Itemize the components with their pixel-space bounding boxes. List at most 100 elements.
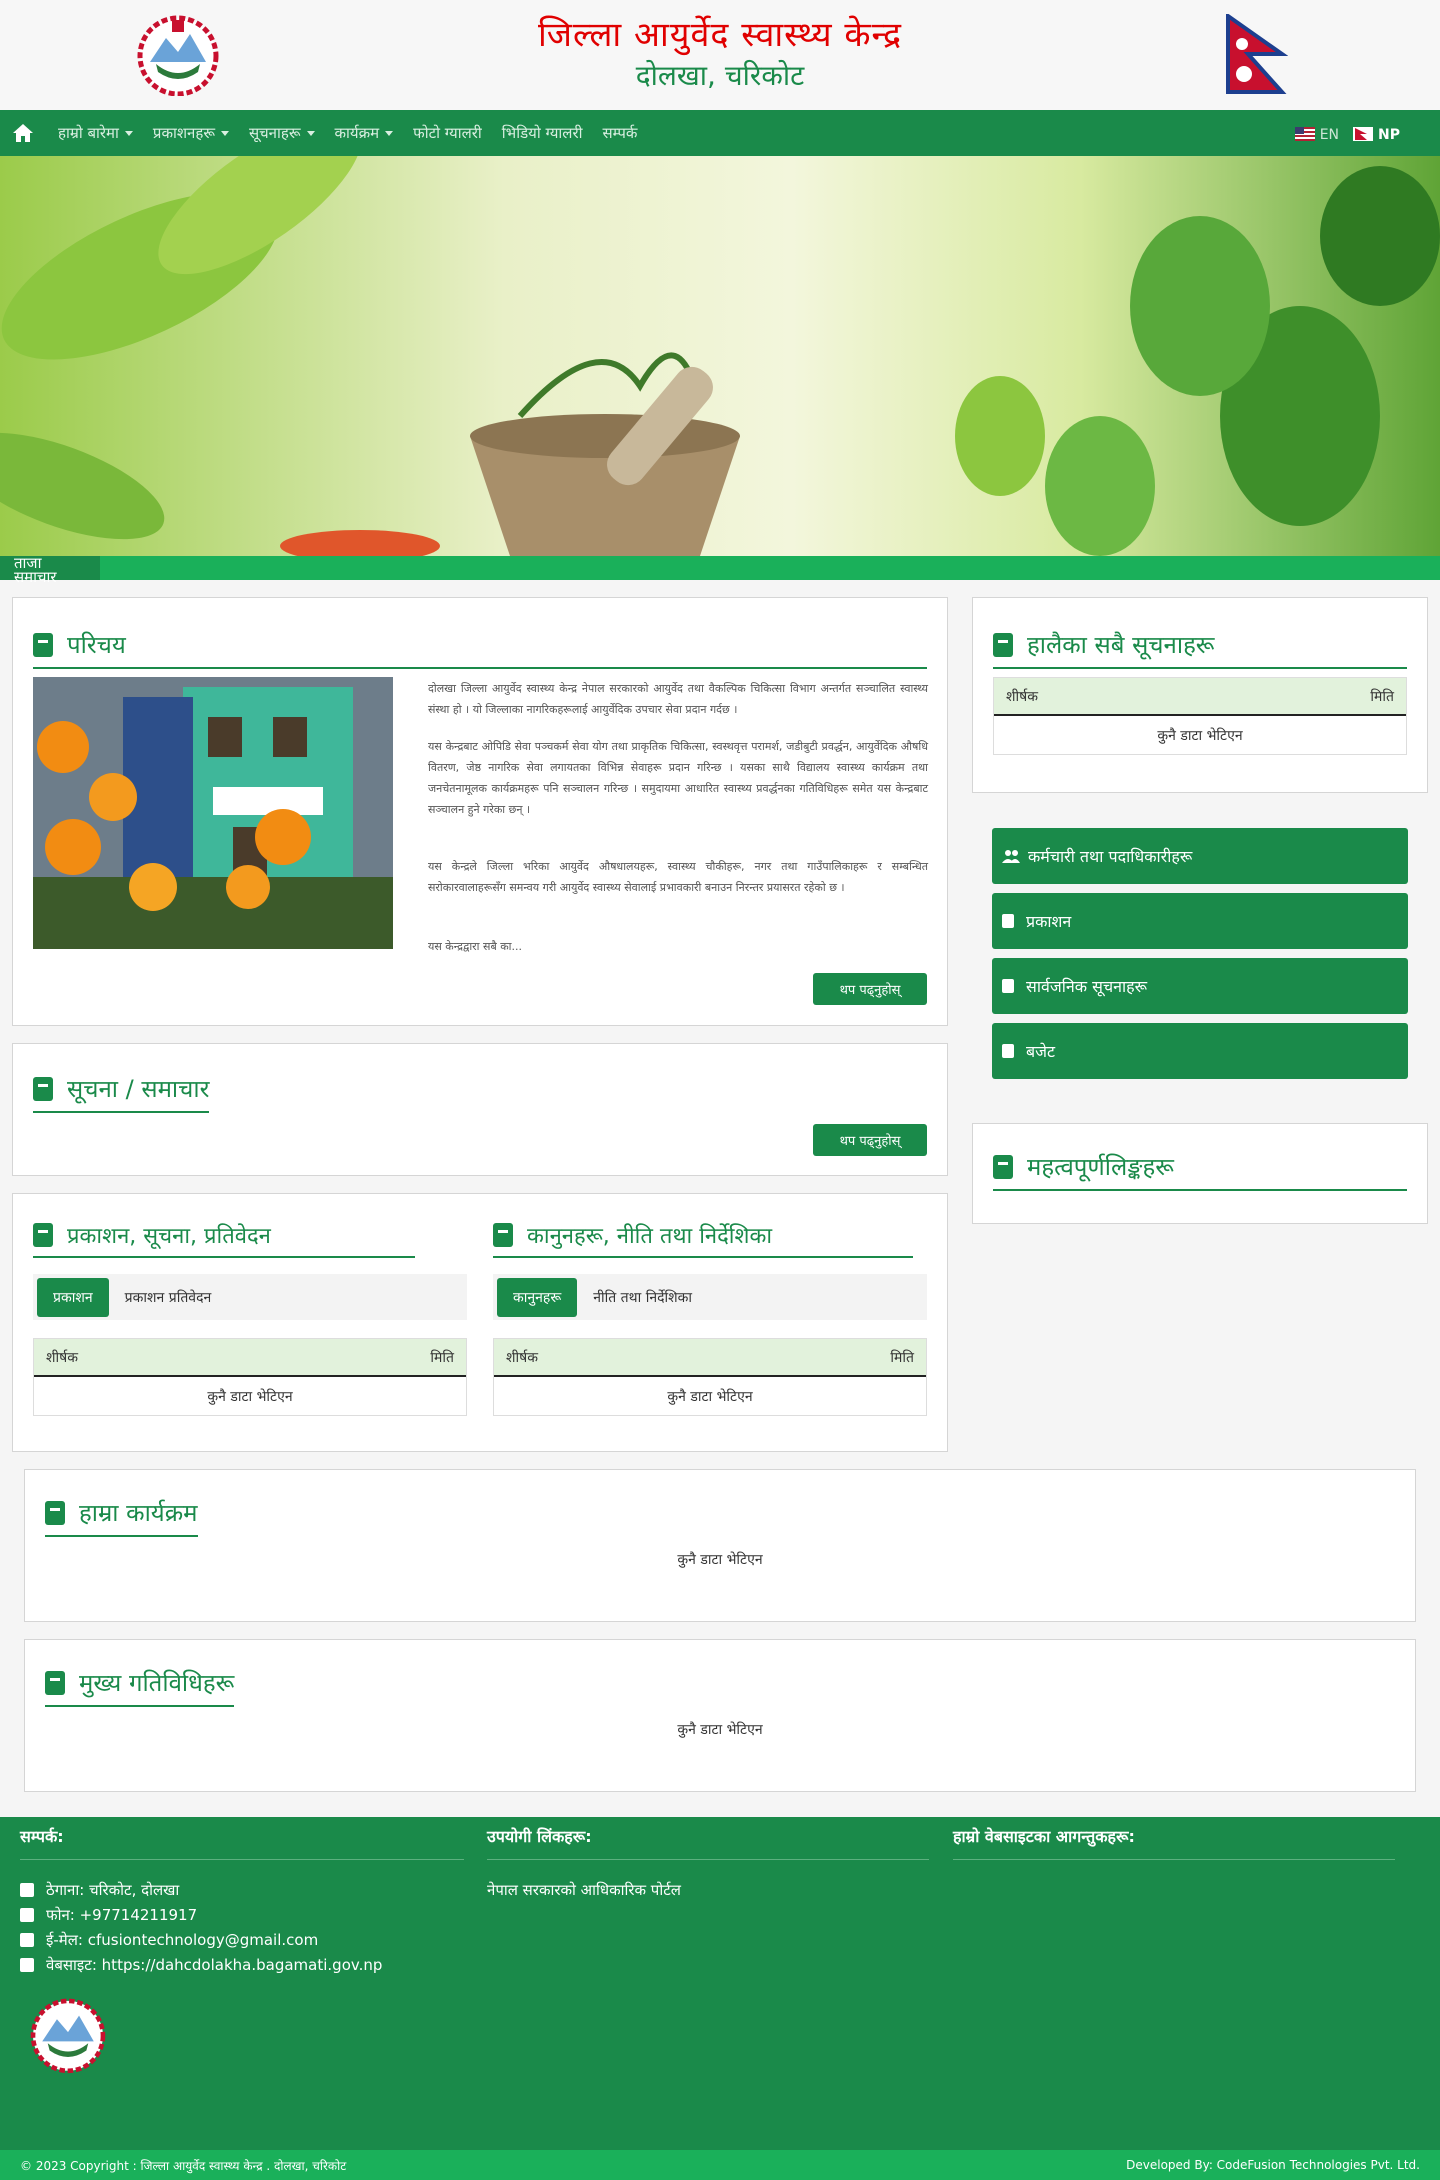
recent-notices-card: हालैका सबै सूचनाहरू शीर्षक मिति कुनै डाटा… [972, 597, 1428, 793]
copyright-bar: © 2023 Copyright : जिल्ला आयुर्वेद स्वास… [0, 2150, 1440, 2180]
footer-email[interactable]: ई-मेल: cfusiontechnology@gmail.com [20, 1930, 318, 1950]
hero-banner-image [0, 156, 1440, 556]
us-flag-icon [1294, 127, 1315, 141]
notice-read-more-button[interactable]: थप पढ्नुहोस् [813, 1124, 927, 1156]
programs-empty-message: कुनै डाटा भेटिएन [677, 1552, 763, 1568]
book-icon [993, 632, 1013, 657]
col-title: शीर्षक [46, 1349, 78, 1366]
office-building-photo [33, 677, 393, 949]
activities-heading: मुख्य गतिविधिहरू [45, 1666, 235, 1707]
book-icon [33, 1223, 53, 1247]
intro-read-more-button[interactable]: थप पढ्नुहोस् [813, 973, 927, 1005]
developer-credit[interactable]: Developed By: CodeFusion Technologies Pv… [1126, 2158, 1420, 2172]
footer-divider [953, 1859, 1395, 1860]
nav-photo-gallery[interactable]: फोटो ग्यालरी [413, 123, 482, 143]
footer-emblem-logo [30, 1998, 106, 2074]
site-header: जिल्ला आयुर्वेद स्वास्थ्य केन्द्र दोलखा,… [0, 0, 1440, 110]
footer-link-government-portal[interactable]: नेपाल सरकारको आधिकारिक पोर्टल [487, 1880, 681, 1900]
language-switcher: EN NP [1294, 110, 1400, 156]
intro-paragraph-2: यस केन्द्रबाट ओपिडि सेवा पञ्चकर्म सेवा य… [428, 740, 928, 816]
lang-np-option[interactable]: NP [1353, 124, 1400, 143]
table-empty-message: कुनै डाटा भेटिएन [207, 1388, 293, 1405]
intro-paragraph-3: यस केन्द्रले जिल्ला भरिका आयुर्वेद औषधाल… [428, 860, 928, 894]
sidebar-staff-button[interactable]: कर्मचारी तथा पदाधिकारीहरू [992, 828, 1408, 884]
notice-card: सूचना / समाचार थप पढ्नुहोस् [12, 1043, 948, 1176]
downloads-filter-bar: कानुनहरू नीति तथा निर्देशिका [493, 1274, 927, 1320]
nav-publications[interactable]: प्रकाशनहरू [153, 123, 230, 143]
footer-website[interactable]: वेबसाइट: https://dahcdolakha.bagamati.go… [20, 1955, 382, 1975]
activities-empty-message: कुनै डाटा भेटिएन [677, 1722, 763, 1738]
home-icon[interactable] [12, 122, 34, 144]
site-footer: सम्पर्क: ठेगाना: चरिकोट, दोलखा फोन: +977… [0, 1817, 1440, 2150]
email-icon [20, 1933, 34, 1947]
chevron-down-icon [385, 130, 394, 136]
chevron-down-icon [221, 130, 230, 136]
table-header: शीर्षक मिति [34, 1339, 466, 1377]
intro-paragraph-1: दोलखा जिल्ला आयुर्वेद स्वास्थ्य केन्द्र … [428, 682, 928, 716]
notice-heading: सूचना / समाचार [33, 1072, 210, 1113]
publications-card: प्रकाशन, सूचना, प्रतिवेदन प्रकाशन प्रकाश… [12, 1193, 948, 1452]
book-icon [1002, 914, 1014, 928]
book-icon [45, 1500, 65, 1525]
col-date: मिति [430, 1349, 454, 1366]
nav-contact[interactable]: सम्पर्क [602, 123, 637, 143]
publications-filter-button[interactable]: प्रकाशन [37, 1277, 109, 1317]
chevron-down-icon [306, 130, 315, 136]
programs-card: हाम्रा कार्यक्रम कुनै डाटा भेटिएन [24, 1469, 1416, 1622]
downloads-heading: कानुनहरू, नीति तथा निर्देशिका [493, 1220, 913, 1258]
ticker-label: ताजा समाचार [0, 556, 100, 585]
downloads-filter-label[interactable]: नीति तथा निर्देशिका [593, 1288, 692, 1307]
footer-divider [20, 1859, 464, 1860]
footer-divider [487, 1859, 929, 1860]
book-icon [1002, 979, 1014, 993]
intro-heading: परिचय [33, 628, 927, 669]
users-icon [1002, 850, 1020, 863]
book-icon [993, 1154, 1013, 1179]
copyright-text: © 2023 Copyright : जिल्ला आयुर्वेद स्वास… [20, 2158, 347, 2173]
nepal-flag-small-icon [1353, 127, 1374, 141]
news-ticker: ताजा समाचार [0, 556, 1440, 585]
sidebar-budget-button[interactable]: बजेट [992, 1023, 1408, 1079]
publications-filter-label[interactable]: प्रकाशन प्रतिवेदन [125, 1288, 212, 1307]
publications-filter-bar: प्रकाशन प्रकाशन प्रतिवेदन [33, 1274, 467, 1320]
book-icon [33, 1076, 53, 1101]
herbal-banner-illustration [0, 156, 1440, 556]
table-empty-message: कुनै डाटा भेटिएन [1157, 727, 1243, 744]
col-title: शीर्षक [506, 1349, 538, 1366]
link-icon [20, 1958, 34, 1972]
nav-notices[interactable]: सूचनाहरू [249, 123, 315, 143]
recent-notices-heading: हालैका सबै सूचनाहरू [993, 628, 1407, 669]
phone-icon [20, 1908, 34, 1922]
downloads-filter-button[interactable]: कानुनहरू [497, 1277, 578, 1317]
nepal-flag-icon [1226, 14, 1288, 94]
footer-phone[interactable]: फोन: +97714211917 [20, 1905, 197, 1925]
programs-heading: हाम्रा कार्यक्रम [45, 1496, 198, 1537]
col-date: मिति [1370, 688, 1394, 705]
nav-video-gallery[interactable]: भिडियो ग्यालरी [502, 123, 583, 143]
book-icon [1002, 1044, 1014, 1058]
footer-links-heading: उपयोगी लिंकहरू: [487, 1827, 592, 1846]
table-header: शीर्षक मिति [994, 678, 1406, 716]
book-icon [45, 1670, 65, 1695]
footer-visitors-heading: हाम्रो वेबसाइटका आगन्तुकहरू: [953, 1827, 1135, 1846]
publications-heading: प्रकाशन, सूचना, प्रतिवेदन [33, 1220, 415, 1258]
sidebar-public-notices-button[interactable]: सार्वजनिक सूचनाहरू [992, 958, 1408, 1014]
intro-card: परिचय दोलखा जिल्ला आयुर्वेद स्वास्थ्य के… [12, 597, 948, 1026]
activities-card: मुख्य गतिविधिहरू कुनै डाटा भेटिएन [24, 1639, 1416, 1792]
chevron-down-icon [124, 130, 133, 136]
downloads-table: शीर्षक मिति कुनै डाटा भेटिएन [493, 1338, 927, 1416]
recent-notices-table: शीर्षक मिति कुनै डाटा भेटिएन [993, 677, 1407, 755]
important-links-heading: महत्वपूर्णलिङ्कहरू [993, 1150, 1407, 1191]
map-icon [20, 1883, 34, 1897]
nav-about[interactable]: हाम्रो बारेमा [58, 123, 133, 143]
sidebar-publications-button[interactable]: प्रकाशन [992, 893, 1408, 949]
nav-programs[interactable]: कार्यक्रम [335, 123, 394, 143]
table-header: शीर्षक मिति [494, 1339, 926, 1377]
lang-en-option[interactable]: EN [1294, 124, 1339, 143]
intro-paragraph-4: यस केन्द्रद्वारा सबै का... [428, 940, 523, 953]
col-date: मिति [890, 1349, 914, 1366]
book-icon [33, 632, 53, 657]
footer-contact-heading: सम्पर्क: [20, 1827, 64, 1846]
footer-address: ठेगाना: चरिकोट, दोलखा [20, 1880, 179, 1900]
col-title: शीर्षक [1006, 688, 1038, 705]
